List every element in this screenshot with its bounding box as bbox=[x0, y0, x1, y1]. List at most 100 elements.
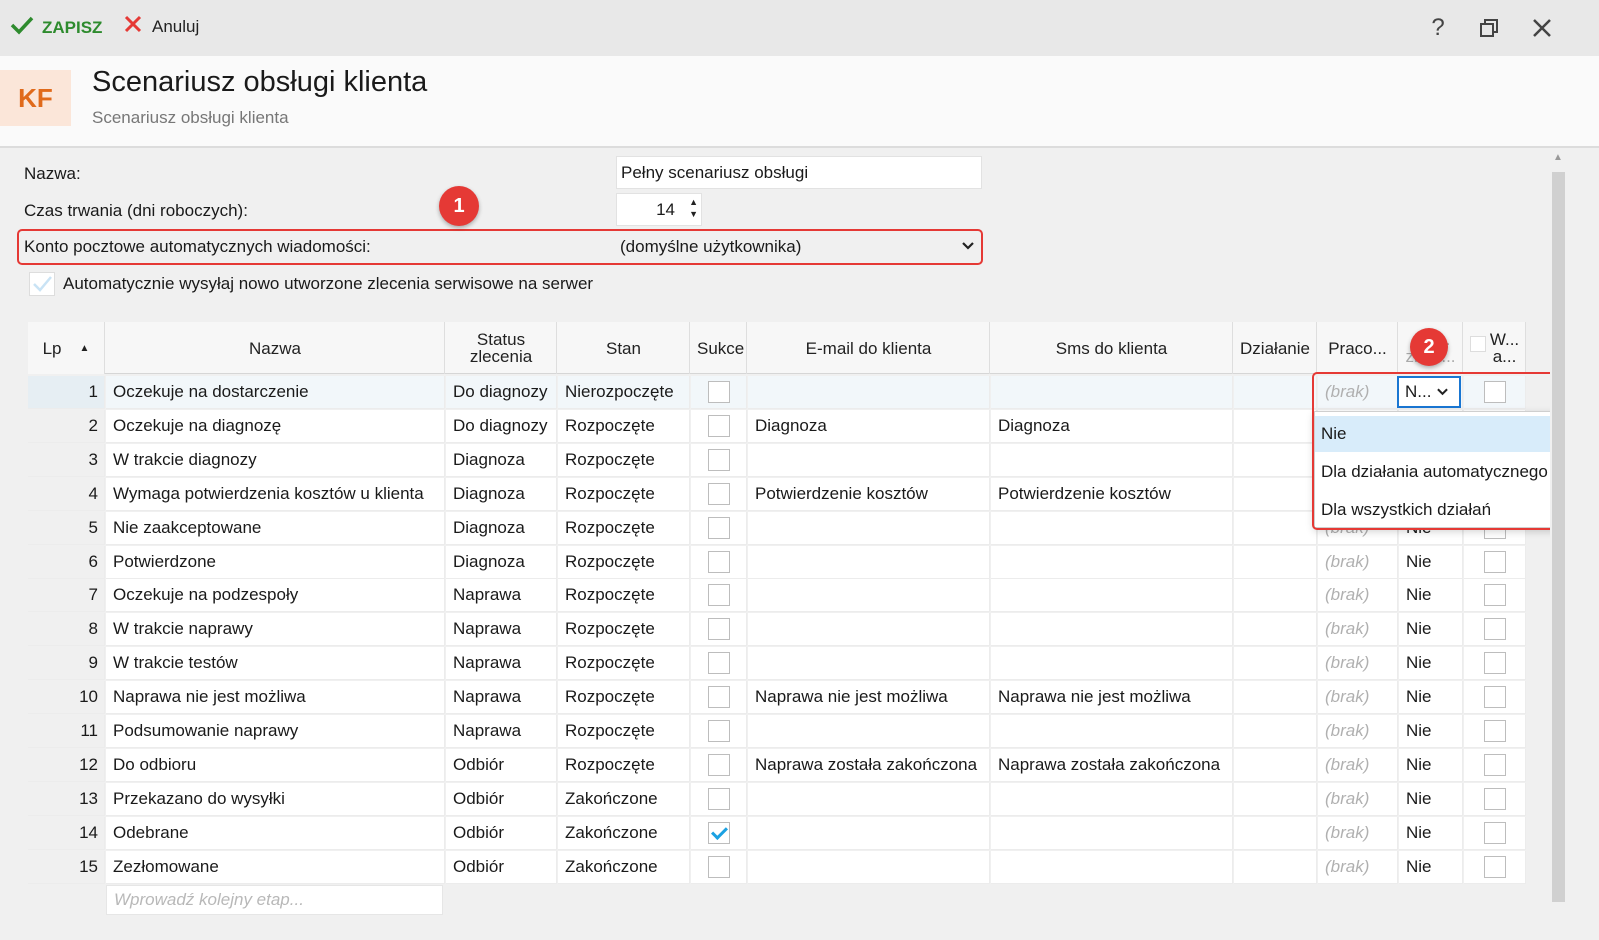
cell-w[interactable] bbox=[1464, 850, 1526, 884]
success-checkbox[interactable] bbox=[707, 381, 730, 403]
success-checkbox[interactable] bbox=[707, 855, 730, 878]
success-checkbox[interactable] bbox=[707, 482, 730, 505]
cell-sukces[interactable] bbox=[691, 545, 747, 579]
success-checkbox[interactable] bbox=[707, 550, 730, 573]
cell-sukces[interactable] bbox=[691, 647, 747, 681]
table-row[interactable]: 10 Naprawa nie jest możliwa Naprawa Rozpocz… bbox=[28, 681, 1526, 715]
cell-lp[interactable]: 12 bbox=[28, 748, 105, 782]
cell-email[interactable] bbox=[748, 647, 990, 681]
cell-dzialanie[interactable] bbox=[1234, 715, 1317, 748]
auto-send-checkbox[interactable] bbox=[29, 272, 55, 296]
save-button[interactable]: ZAPISZ bbox=[10, 15, 102, 40]
cell-praco[interactable]: (brak) bbox=[1318, 613, 1398, 647]
cell-lp[interactable]: 1 bbox=[28, 376, 105, 409]
cell-dzialanie[interactable] bbox=[1234, 748, 1317, 782]
cell-dzialanie[interactable] bbox=[1234, 443, 1317, 477]
cell-dzialanie[interactable] bbox=[1234, 545, 1317, 579]
cell-sms[interactable] bbox=[991, 647, 1233, 681]
cell-stan[interactable]: Rozpoczęte bbox=[558, 647, 690, 681]
cancel-button[interactable]: Anuluj bbox=[124, 15, 199, 38]
success-checkbox[interactable] bbox=[707, 652, 730, 675]
w-checkbox[interactable] bbox=[1483, 821, 1506, 844]
scroll-up-icon[interactable]: ▲ bbox=[1553, 152, 1563, 163]
cell-stan[interactable]: Rozpoczęte bbox=[558, 715, 690, 748]
cell-email[interactable] bbox=[748, 715, 990, 748]
w-checkbox[interactable] bbox=[1483, 652, 1506, 675]
table-row[interactable]: 3W trakcie diagnozyDiagnozaRozpoczęte(br… bbox=[28, 443, 1526, 477]
cell-nazwa[interactable]: Zezłomowane bbox=[106, 850, 445, 884]
cell-status[interactable]: Diagnoza bbox=[446, 545, 557, 579]
w-checkbox[interactable] bbox=[1483, 618, 1506, 641]
cell-lp[interactable]: 9 bbox=[28, 647, 105, 681]
table-row[interactable]: 15 Zezłomowane Odbiór Zakończone (brak) Nie bbox=[28, 850, 1526, 884]
cell-sukces[interactable] bbox=[691, 782, 747, 816]
cell-dzialanie[interactable] bbox=[1234, 613, 1317, 647]
cell-w[interactable] bbox=[1464, 545, 1526, 579]
cell-status[interactable]: Diagnoza bbox=[446, 443, 557, 477]
cell-sms[interactable]: Naprawa została zakończona bbox=[991, 748, 1233, 782]
w-checkbox[interactable] bbox=[1483, 787, 1506, 810]
w-checkbox[interactable] bbox=[1483, 753, 1506, 776]
table-row[interactable]: 11 Podsumowanie naprawy Naprawa Rozpoczęte (… bbox=[28, 715, 1526, 748]
scrollbar-thumb[interactable] bbox=[1552, 172, 1565, 902]
spin-arrows-icon[interactable]: ▲ ▼ bbox=[689, 196, 698, 220]
cell-sukces[interactable] bbox=[691, 850, 747, 884]
cell-sms[interactable] bbox=[991, 443, 1233, 477]
cell-aut[interactable]: Nie bbox=[1399, 782, 1463, 816]
cell-sukces[interactable] bbox=[691, 477, 747, 511]
cell-w[interactable] bbox=[1464, 579, 1526, 613]
cell-email[interactable] bbox=[748, 613, 990, 647]
cell-lp[interactable]: 13 bbox=[28, 782, 105, 816]
cell-stan[interactable]: Rozpoczęte bbox=[558, 545, 690, 579]
cell-email[interactable] bbox=[748, 782, 990, 816]
cell-status[interactable]: Odbiór bbox=[446, 748, 557, 782]
cell-email[interactable]: Diagnoza bbox=[748, 409, 990, 443]
cell-email[interactable] bbox=[748, 443, 990, 477]
w-checkbox[interactable] bbox=[1483, 686, 1506, 709]
cell-status[interactable]: Naprawa bbox=[446, 647, 557, 681]
cell-aut[interactable]: Nie bbox=[1399, 816, 1463, 850]
cell-email[interactable]: Naprawa nie jest możliwa bbox=[748, 681, 990, 715]
cell-nazwa[interactable]: Podsumowanie naprawy bbox=[106, 715, 445, 748]
cell-stan[interactable]: Rozpoczęte bbox=[558, 477, 690, 511]
cell-aut[interactable]: Nie bbox=[1399, 681, 1463, 715]
cell-status[interactable]: Naprawa bbox=[446, 613, 557, 647]
success-checkbox[interactable] bbox=[707, 516, 730, 539]
cell-sukces[interactable] bbox=[691, 748, 747, 782]
cell-email[interactable] bbox=[748, 545, 990, 579]
cell-aut[interactable]: Nie bbox=[1399, 647, 1463, 681]
cell-nazwa[interactable]: Oczekuje na podzespoły bbox=[106, 579, 445, 613]
cell-sukces[interactable] bbox=[691, 511, 747, 545]
table-row[interactable]: 8 W trakcie naprawy Naprawa Rozpoczęte (brak… bbox=[28, 613, 1526, 647]
cell-sukces[interactable] bbox=[691, 816, 747, 850]
cell-email[interactable]: Naprawa została zakończona bbox=[748, 748, 990, 782]
cell-praco[interactable]: (brak) bbox=[1318, 816, 1398, 850]
cell-status[interactable]: Do diagnozy bbox=[446, 376, 557, 409]
success-checkbox[interactable] bbox=[707, 448, 730, 471]
cell-status[interactable]: Odbiór bbox=[446, 782, 557, 816]
col-status[interactable]: Status zlecenia bbox=[446, 322, 557, 374]
w-checkbox[interactable] bbox=[1483, 855, 1506, 878]
cell-sukces[interactable] bbox=[691, 376, 747, 409]
w-checkbox[interactable] bbox=[1483, 584, 1506, 607]
cell-dzialanie[interactable] bbox=[1234, 409, 1317, 443]
col-nazwa[interactable]: Nazwa bbox=[106, 322, 445, 374]
cell-stan[interactable]: Rozpoczęte bbox=[558, 579, 690, 613]
cell-sms[interactable] bbox=[991, 850, 1233, 884]
table-row[interactable]: 9 W trakcie testów Naprawa Rozpoczęte (brak)… bbox=[28, 647, 1526, 681]
w-checkbox[interactable] bbox=[1483, 550, 1506, 573]
cell-nazwa[interactable]: W trakcie diagnozy bbox=[106, 443, 445, 477]
cell-sukces[interactable] bbox=[691, 681, 747, 715]
success-checkbox[interactable] bbox=[707, 787, 730, 810]
success-checkbox[interactable] bbox=[707, 720, 730, 742]
cell-status[interactable]: Naprawa bbox=[446, 579, 557, 613]
cell-aut[interactable]: Nie bbox=[1399, 715, 1463, 748]
cell-praco[interactable]: (brak) bbox=[1318, 782, 1398, 816]
cell-aut[interactable]: Nie bbox=[1399, 748, 1463, 782]
cell-sukces[interactable] bbox=[691, 613, 747, 647]
table-row[interactable]: 12 Do odbioru Odbiór Rozpoczęte Naprawa zost… bbox=[28, 748, 1526, 782]
cell-nazwa[interactable]: Wymaga potwierdzenia kosztów u klienta bbox=[106, 477, 445, 511]
cell-nazwa[interactable]: Oczekuje na diagnozę bbox=[106, 409, 445, 443]
cell-sms[interactable]: Naprawa nie jest możliwa bbox=[991, 681, 1233, 715]
cell-praco[interactable]: (brak) bbox=[1318, 715, 1398, 748]
